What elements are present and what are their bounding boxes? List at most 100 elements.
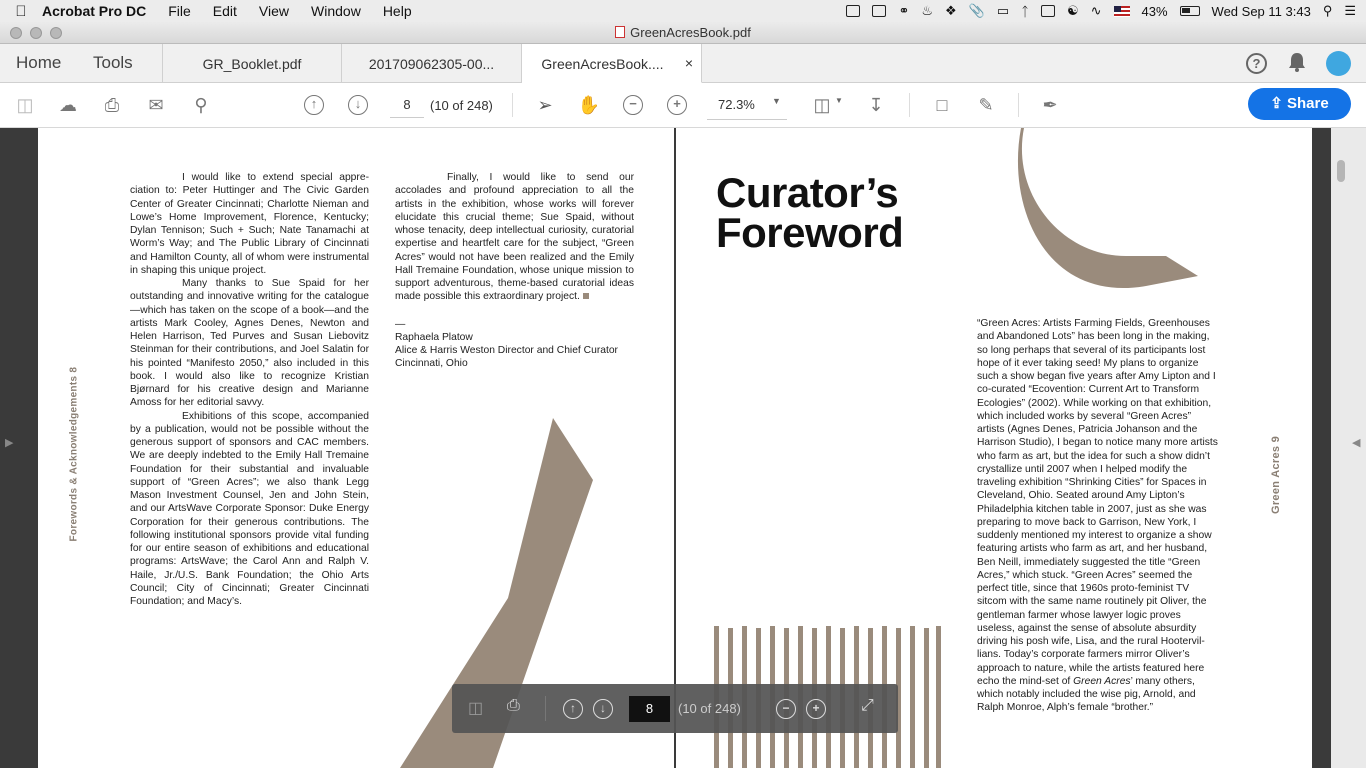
scroll-mode-icon[interactable]: ↧ bbox=[864, 94, 888, 116]
share-icon: ⇪ bbox=[1270, 95, 1288, 112]
running-head-left: Forewords & Acknowledgements 8 bbox=[68, 366, 80, 542]
upload-cloud-icon[interactable]: ☁ bbox=[56, 94, 80, 116]
pdf-page-right: Curator’s Foreword Green Acres 9 “Green … bbox=[676, 128, 1312, 768]
paragraph: I would like to extend special appre­cia… bbox=[130, 172, 369, 276]
menu-edit[interactable]: Edit bbox=[213, 3, 237, 19]
hand-tool-icon[interactable]: ✋ bbox=[577, 94, 601, 116]
doc-tab-3-label: GreenAcresBook.... bbox=[541, 56, 664, 72]
status-area: ⚭ ♨ ❖ 📎 ▭ ᛏ ☯ ∿ 43% Wed Sep 11 3:43 ⚲ ☰ bbox=[846, 0, 1356, 22]
tray-app-icon[interactable] bbox=[846, 5, 861, 17]
menu-window[interactable]: Window bbox=[311, 3, 361, 19]
print-icon[interactable]: ⎙ bbox=[100, 94, 124, 116]
floating-toolbar-divider bbox=[545, 696, 546, 721]
bell-icon[interactable] bbox=[1288, 52, 1306, 72]
save-icon[interactable]: ◫ bbox=[13, 94, 37, 116]
accessibility-icon[interactable]: ☯ bbox=[1067, 3, 1079, 19]
pdf-file-icon bbox=[615, 26, 626, 38]
apple-icon[interactable]:  bbox=[0, 3, 42, 20]
page-count: (10 of 248) bbox=[430, 98, 493, 113]
right-panel-toggle-icon[interactable]: ◀ bbox=[1352, 436, 1360, 449]
battery-percent: 43% bbox=[1141, 3, 1168, 19]
floating-page-count: (10 of 248) bbox=[678, 701, 741, 716]
floating-page-input[interactable]: 8 bbox=[629, 696, 670, 722]
next-page-icon[interactable]: ↓ bbox=[593, 699, 613, 719]
doc-tab-2[interactable]: 201709062305-00... bbox=[342, 44, 522, 83]
comment-icon[interactable]: □ bbox=[930, 94, 954, 116]
fit-page-icon[interactable]: ⤢ bbox=[861, 697, 874, 715]
close-tab-icon[interactable]: × bbox=[685, 55, 693, 71]
paragraph: Exhibitions of this scope, accom­panied … bbox=[130, 410, 369, 608]
page-fit-dropdown-icon[interactable]: ▼ bbox=[835, 96, 843, 105]
window-titlebar: GreenAcresBook.pdf bbox=[0, 22, 1366, 44]
select-arrow-icon[interactable]: ➢ bbox=[533, 94, 557, 116]
left-panel-toggle-icon[interactable]: ▶ bbox=[5, 436, 13, 449]
zoom-level[interactable]: 72.3% bbox=[718, 97, 755, 112]
toolbar-divider bbox=[1018, 93, 1019, 117]
paragraph: Many thanks to Sue Spaid for her outstan… bbox=[130, 278, 369, 409]
keyboard-icon[interactable] bbox=[1040, 5, 1055, 17]
signature-name: Raphaela Platow bbox=[395, 331, 473, 343]
doc-tab-3-active[interactable]: GreenAcresBook.... × bbox=[522, 44, 702, 83]
signature-place: Cincinnati, Ohio bbox=[395, 358, 468, 370]
previous-page-icon[interactable]: ↑ bbox=[304, 95, 324, 115]
notes-icon[interactable] bbox=[872, 5, 887, 17]
toolbar-divider bbox=[512, 93, 513, 117]
foreword-body: “Green Acres: Artists Farming Fields, Gr… bbox=[977, 317, 1219, 715]
page-fit-icon[interactable]: ◫ bbox=[810, 94, 834, 116]
text-column-1: I would like to extend special appre­cia… bbox=[130, 171, 369, 608]
signature-title: Alice & Harris Weston Director and Chief… bbox=[395, 345, 618, 356]
notification-center-icon[interactable]: ☰ bbox=[1344, 3, 1356, 19]
arc-shape bbox=[1017, 128, 1198, 288]
previous-page-icon[interactable]: ↑ bbox=[563, 699, 583, 719]
clock[interactable]: Wed Sep 11 3:43 bbox=[1212, 4, 1311, 19]
bluetooth-icon[interactable]: ᛏ bbox=[1021, 4, 1029, 19]
floating-page-toolbar: ◫ ⎙ ↑ ↓ 8 (10 of 248) − + ⤢ bbox=[452, 684, 898, 733]
share-button[interactable]: ⇪ Share bbox=[1248, 88, 1351, 120]
paperclip-icon[interactable]: 📎 bbox=[969, 3, 985, 19]
tab-bar: Home Tools GR_Booklet.pdf 201709062305-0… bbox=[0, 44, 1366, 83]
zoom-out-icon[interactable]: − bbox=[776, 699, 796, 719]
scrollbar-thumb[interactable] bbox=[1337, 160, 1345, 182]
title-line-2: Foreword bbox=[716, 209, 904, 256]
help-icon[interactable]: ? bbox=[1246, 53, 1267, 74]
doc-tab-1[interactable]: GR_Booklet.pdf bbox=[162, 44, 342, 83]
macos-menubar:  Acrobat Pro DC File Edit View Window H… bbox=[0, 0, 1366, 22]
highlight-pen-icon[interactable]: ✎ bbox=[974, 94, 998, 116]
paragraph-text: Finally, I would like to send our accola… bbox=[395, 172, 634, 303]
zoom-in-icon[interactable]: + bbox=[667, 95, 687, 115]
app-menu[interactable]: Acrobat Pro DC bbox=[42, 3, 146, 19]
tab-home[interactable]: Home bbox=[16, 53, 61, 73]
menu-file[interactable]: File bbox=[168, 3, 191, 19]
print-icon[interactable]: ⎙ bbox=[507, 697, 520, 715]
zoom-dropdown-icon[interactable]: ▼ bbox=[772, 96, 781, 106]
window-title-text: GreenAcresBook.pdf bbox=[630, 25, 751, 40]
airplay-icon[interactable]: ▭ bbox=[997, 3, 1009, 19]
battery-icon[interactable] bbox=[1179, 6, 1200, 16]
zoom-in-icon[interactable]: + bbox=[806, 699, 826, 719]
menu-help[interactable]: Help bbox=[383, 3, 412, 19]
page-number-input[interactable] bbox=[390, 92, 424, 118]
running-head-right: Green Acres 9 bbox=[1270, 435, 1282, 514]
sign-icon[interactable]: ✒ bbox=[1038, 94, 1062, 116]
dropbox-icon[interactable]: ❖ bbox=[945, 3, 957, 19]
creative-cloud-icon[interactable]: ⚭ bbox=[898, 3, 909, 19]
tab-tools[interactable]: Tools bbox=[93, 53, 133, 73]
input-source-flag-icon[interactable] bbox=[1113, 5, 1130, 17]
paragraph: Finally, I would like to send our accola… bbox=[395, 171, 634, 304]
signature-dash: — bbox=[395, 318, 406, 330]
wifi-icon[interactable]: ∿ bbox=[1091, 3, 1102, 19]
scrollbar-track[interactable] bbox=[1331, 128, 1366, 768]
email-icon[interactable]: ✉ bbox=[144, 94, 168, 116]
zoom-out-icon[interactable]: − bbox=[623, 95, 643, 115]
pdf-page-left: Forewords & Acknowledgements 8 I would l… bbox=[38, 128, 674, 768]
body-text: “Green Acres: Artists Farming Fields, Gr… bbox=[977, 318, 1218, 687]
avatar[interactable] bbox=[1326, 51, 1351, 76]
flame-icon[interactable]: ♨ bbox=[921, 3, 933, 19]
menu-view[interactable]: View bbox=[259, 3, 289, 19]
search-icon[interactable]: ⚲ bbox=[1323, 3, 1333, 19]
zoom-underline bbox=[707, 119, 787, 120]
share-label: Share bbox=[1287, 95, 1329, 112]
next-page-icon[interactable]: ↓ bbox=[348, 95, 368, 115]
save-icon[interactable]: ◫ bbox=[468, 698, 483, 718]
search-text-icon[interactable]: ⚲ bbox=[189, 94, 213, 116]
